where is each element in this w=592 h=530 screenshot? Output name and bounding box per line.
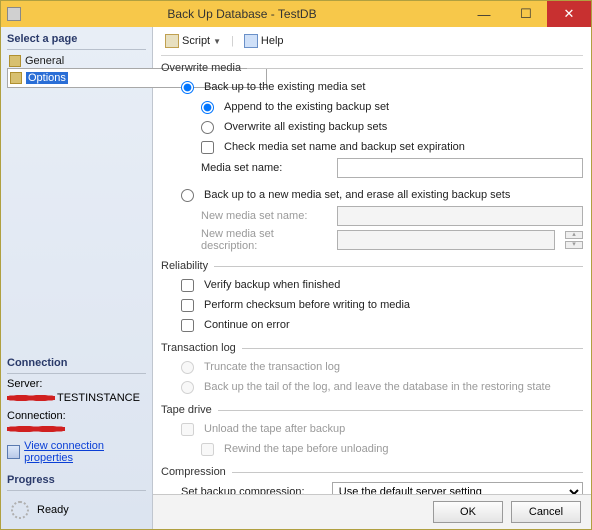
title-bar[interactable]: Back Up Database - TestDB — ☐ ✕ (1, 1, 591, 27)
connection-heading: Connection (7, 355, 146, 374)
server-redacted (7, 393, 55, 403)
main-panel: Script ▼ | Help Overwrite media Back up … (153, 27, 591, 494)
group-reliability: Reliability Verify backup when finished … (161, 260, 583, 334)
page-icon (10, 72, 22, 84)
properties-icon (7, 445, 20, 459)
script-button[interactable]: Script ▼ (161, 33, 225, 49)
radio-overwrite-all[interactable] (201, 121, 214, 134)
check-media-set-name[interactable] (201, 141, 214, 154)
progress-spinner-icon (11, 501, 29, 519)
script-icon (165, 34, 179, 48)
sidebar-item-general[interactable]: General (7, 54, 146, 68)
check-continue-on-error[interactable] (181, 319, 194, 332)
progress-heading: Progress (7, 472, 146, 491)
desc-spin: ▴▾ (565, 231, 583, 249)
select-page-heading: Select a page (7, 31, 146, 50)
sidebar: Select a page General Options Connection… (1, 27, 153, 529)
compression-label: Set backup compression: (181, 486, 326, 494)
radio-append-existing[interactable] (201, 101, 214, 114)
radio-existing-media-set[interactable] (181, 81, 194, 94)
maximize-button[interactable]: ☐ (505, 1, 547, 27)
server-value: TESTINSTANCE (57, 392, 140, 404)
group-compression: Compression Set backup compression: Use … (161, 466, 583, 494)
connection-label: Connection: (7, 410, 146, 422)
check-perform-checksum[interactable] (181, 299, 194, 312)
check-unload-tape (181, 423, 194, 436)
new-media-desc-label: New media set description: (201, 228, 331, 252)
radio-truncate-log (181, 361, 194, 374)
new-media-name-input (337, 206, 583, 226)
close-button[interactable]: ✕ (547, 1, 591, 27)
server-label: Server: (7, 378, 146, 390)
new-media-name-label: New media set name: (201, 210, 331, 222)
help-icon (244, 34, 258, 48)
toolbar: Script ▼ | Help (161, 31, 583, 56)
group-tape-drive: Tape drive Unload the tape after backup … (161, 404, 583, 458)
minimize-button[interactable]: — (463, 1, 505, 27)
group-transaction-log: Transaction log Truncate the transaction… (161, 342, 583, 396)
radio-backup-tail (181, 381, 194, 394)
window-title: Back Up Database - TestDB (21, 7, 463, 21)
page-icon (9, 55, 21, 67)
new-media-desc-input (337, 230, 555, 250)
view-connection-properties-link[interactable]: View connection properties (24, 440, 146, 464)
progress-status: Ready (37, 504, 69, 516)
media-set-name-label: Media set name: (201, 162, 331, 174)
connection-redacted (7, 424, 65, 434)
ok-button[interactable]: OK (433, 501, 503, 523)
radio-new-media-set[interactable] (181, 189, 194, 202)
check-verify-backup[interactable] (181, 279, 194, 292)
help-button[interactable]: Help (240, 33, 288, 49)
check-rewind-tape (201, 443, 214, 456)
chevron-down-icon: ▼ (213, 37, 221, 46)
app-icon (7, 7, 21, 21)
group-overwrite-media: Overwrite media Back up to the existing … (161, 62, 583, 252)
dialog-footer: OK Cancel (153, 494, 591, 529)
dialog-window: Back Up Database - TestDB — ☐ ✕ Select a… (0, 0, 592, 530)
compression-select[interactable]: Use the default server setting (332, 482, 583, 494)
media-set-name-input[interactable] (337, 158, 583, 178)
cancel-button[interactable]: Cancel (511, 501, 581, 523)
